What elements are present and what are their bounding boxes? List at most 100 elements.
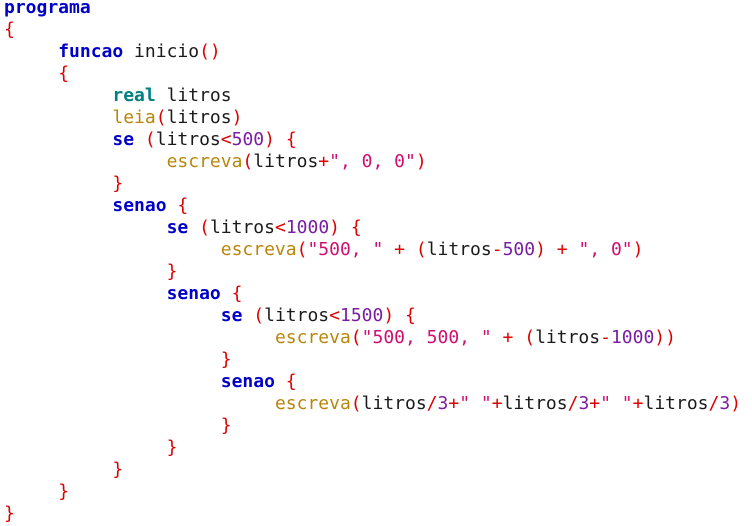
operator-token: + — [632, 393, 644, 414]
code-line[interactable]: } — [4, 437, 741, 459]
code-line[interactable]: se (litros<1500) { — [4, 305, 741, 327]
identifier-token — [4, 459, 112, 480]
identifier-token — [275, 129, 286, 150]
keyword-token: programa — [4, 0, 91, 18]
code-line[interactable]: senao { — [4, 283, 741, 305]
code-line[interactable]: } — [4, 459, 741, 481]
identifier-token — [394, 305, 405, 326]
keyword-token: funcao — [58, 41, 124, 62]
identifier-token — [242, 305, 253, 326]
code-line[interactable]: } — [4, 415, 741, 437]
brace-token: ) — [415, 151, 427, 172]
brace-token: { — [4, 19, 15, 40]
code-line[interactable]: real litros — [4, 85, 741, 107]
brace-token: ) — [535, 239, 546, 260]
code-line[interactable]: escreva("500, 500, " + (litros-1000)) — [4, 327, 741, 349]
operator-token: - — [600, 327, 611, 348]
identifier-token — [4, 195, 112, 216]
code-line[interactable]: escreva(litros/3+" "+litros/3+" "+litros… — [4, 393, 741, 415]
operator-token: / — [426, 393, 438, 414]
code-line[interactable]: escreva("500, " + (litros-500) + ", 0") — [4, 239, 741, 261]
identifier-token — [4, 349, 221, 370]
identifier-token — [221, 283, 232, 304]
number-token: 1000 — [285, 217, 330, 238]
code-line[interactable]: } — [4, 261, 741, 283]
keyword-token: se — [220, 305, 243, 326]
brace-token: } — [58, 481, 70, 502]
code-line[interactable]: } — [4, 349, 741, 371]
identifier-token: litros — [426, 239, 492, 260]
function-token: escreva — [220, 239, 297, 260]
identifier-token — [4, 107, 112, 128]
operator-token: + — [448, 393, 460, 414]
operator-token: - — [491, 239, 503, 260]
identifier-token — [4, 151, 167, 172]
identifier-token: litros — [643, 393, 709, 414]
identifier-token — [4, 85, 112, 106]
brace-token: ) — [231, 107, 243, 128]
code-line[interactable]: } — [4, 173, 741, 195]
identifier-token: litros — [166, 107, 232, 128]
brace-token: { — [231, 283, 243, 304]
operator-token: + — [318, 151, 330, 172]
brace-token: ( — [155, 107, 167, 128]
brace-token: { — [58, 63, 70, 84]
string-token: ", 0, 0" — [329, 151, 416, 172]
identifier-token: litros — [209, 217, 275, 238]
code-line[interactable]: escreva(litros+", 0, 0") — [4, 151, 741, 173]
keyword-token: senao — [220, 371, 275, 392]
number-token: 1000 — [610, 327, 655, 348]
function-token: escreva — [166, 151, 243, 172]
identifier-token — [188, 217, 199, 238]
identifier-token — [546, 239, 557, 260]
brace-token: } — [4, 503, 15, 524]
function-token: escreva — [274, 393, 351, 414]
function-token: leia — [112, 107, 156, 128]
code-line[interactable]: { — [4, 63, 741, 85]
identifier-token — [4, 217, 167, 238]
operator-token: + — [556, 239, 568, 260]
brace-token: ) — [730, 393, 742, 414]
string-token: "500, 500, " — [361, 327, 492, 348]
brace-token: () — [199, 41, 221, 62]
brace-token: } — [220, 349, 232, 370]
brace-token: ( — [253, 305, 265, 326]
keyword-token: senao — [166, 283, 221, 304]
identifier-token — [4, 481, 58, 502]
brace-token: } — [166, 261, 178, 282]
operator-token: + — [502, 327, 514, 348]
identifier-token: litros — [253, 151, 319, 172]
brace-token: ) — [264, 129, 275, 150]
brace-token: { — [350, 217, 362, 238]
code-line[interactable]: funcao inicio() — [4, 41, 741, 63]
type-token: real — [112, 85, 156, 106]
code-line[interactable]: } — [4, 481, 741, 503]
number-token: 500 — [502, 239, 536, 260]
identifier-token — [167, 195, 178, 216]
code-line[interactable]: { — [4, 19, 741, 41]
code-line[interactable]: se (litros<1000) { — [4, 217, 741, 239]
code-line[interactable]: senao { — [4, 371, 741, 393]
identifier-token — [4, 371, 221, 392]
identifier-token — [275, 371, 286, 392]
identifier-token — [492, 327, 503, 348]
code-line[interactable]: } — [4, 503, 741, 525]
number-token: 3 — [719, 393, 731, 414]
operator-token: / — [567, 393, 579, 414]
operator-token: + — [491, 393, 503, 414]
code-line[interactable]: programa — [4, 0, 741, 19]
identifier-token — [4, 261, 167, 282]
operator-token: < — [220, 129, 232, 150]
brace-token: ( — [524, 327, 536, 348]
code-line[interactable]: se (litros<500) { — [4, 129, 741, 151]
code-editor[interactable]: programa{ funcao inicio() { real litros … — [4, 0, 741, 525]
operator-token: + — [394, 239, 405, 260]
brace-token: ( — [350, 327, 362, 348]
code-line[interactable]: leia(litros) — [4, 107, 741, 129]
code-line[interactable]: senao { — [4, 195, 741, 217]
brace-token: ( — [199, 217, 210, 238]
keyword-token: senao — [112, 195, 167, 216]
identifier-token — [383, 239, 394, 260]
brace-token: ( — [144, 129, 156, 150]
brace-token: ( — [350, 393, 362, 414]
